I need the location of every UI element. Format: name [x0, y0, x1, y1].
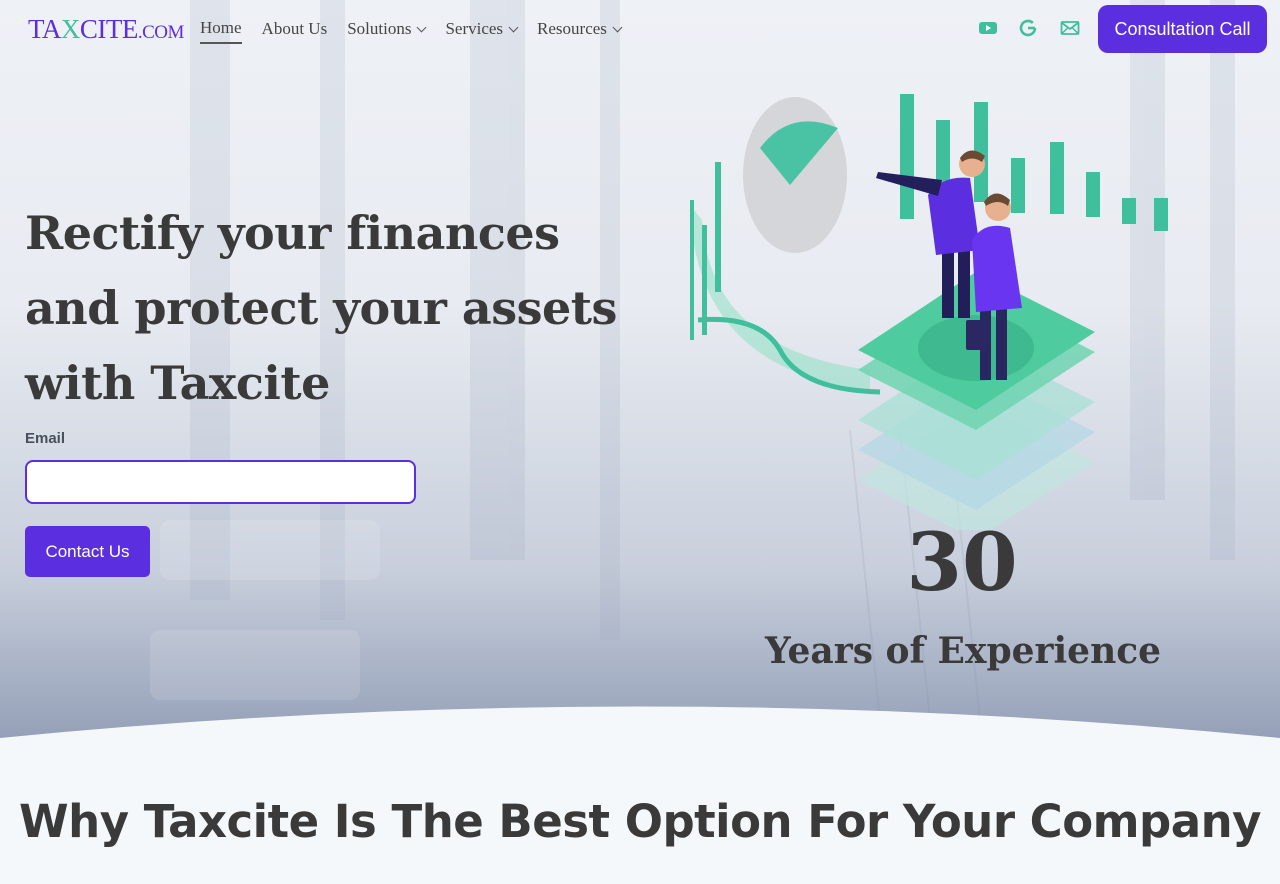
contact-us-button[interactable]: Contact Us [25, 526, 150, 577]
youtube-icon[interactable] [978, 18, 998, 38]
nav-item-home[interactable]: Home [200, 18, 242, 44]
taxcite-logo[interactable]: TAXCITE.COM [28, 14, 184, 45]
main-menu: Home About Us Solutions Services Resourc… [200, 18, 623, 44]
email-input[interactable] [25, 460, 416, 504]
nav-item-resources[interactable]: Resources [537, 18, 623, 44]
nav-item-services[interactable]: Services [445, 18, 519, 44]
consultation-call-button[interactable]: Consultation Call [1098, 5, 1267, 53]
google-icon[interactable] [1018, 18, 1038, 38]
chevron-down-icon [417, 22, 427, 32]
chevron-down-icon [508, 22, 519, 32]
finance-illustration [690, 94, 1168, 530]
hero-section: TAXCITE.COM Home About Us Solutions Serv… [0, 0, 1280, 760]
experience-label: Years of Experience [764, 630, 1162, 672]
hero-wave-divider [0, 706, 1280, 780]
email-label: Email [25, 430, 66, 447]
chevron-down-icon [612, 22, 623, 32]
nav-item-solutions[interactable]: Solutions [347, 18, 427, 44]
hero-headline: Rectify your finances and protect your a… [25, 206, 617, 410]
nav-item-about-us[interactable]: About Us [262, 18, 328, 44]
section-title: Why Taxcite Is The Best Option For Your … [19, 795, 1261, 848]
experience-number: 30 [906, 515, 1018, 609]
top-navigation: TAXCITE.COM Home About Us Solutions Serv… [0, 0, 1280, 58]
mail-icon[interactable] [1060, 18, 1080, 38]
